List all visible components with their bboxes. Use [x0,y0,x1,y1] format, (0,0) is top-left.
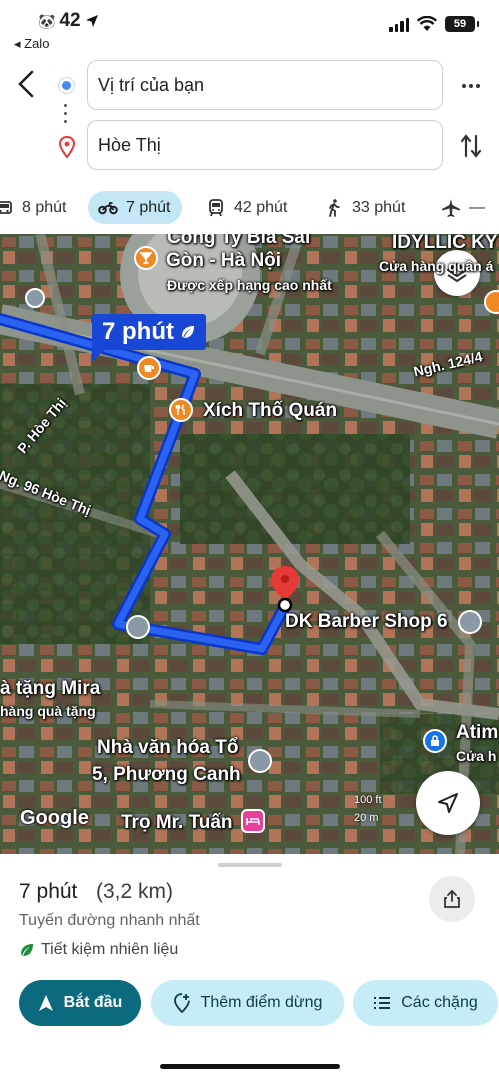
origin-input[interactable]: Vị trí của bạn [87,60,443,110]
add-stop-label: Thêm điểm dừng [200,994,323,1011]
hotel-poi-icon[interactable] [241,809,265,833]
brewery-label-2: Gòn - Hà Nội [166,250,282,271]
fork-knife-icon [175,404,185,415]
idyllic-label: IDYLLIC KY [392,234,498,253]
destination-input[interactable]: Hòe Thị [87,120,443,170]
origin-dot-icon [59,78,74,93]
scale-bottom: 20 m [354,812,379,824]
gift-shop-poi-icon[interactable] [126,615,150,639]
tab-transit-label: 42 phút [234,198,288,216]
paw-icon: 🐼 [38,12,56,29]
drink-icon [140,252,152,264]
status-time: 🐼 42 [38,10,99,32]
directions-header: Vị trí của bạn Hòe Thị 8 phút 7 phút 42 … [0,54,499,234]
battery-level: 59 [453,18,467,30]
plane-icon [442,198,460,217]
tab-car-label: 8 phút [22,198,67,216]
steps-label: Các chặng [401,994,478,1011]
location-arrow-icon [85,15,98,27]
xich-tho-poi-icon[interactable] [169,398,193,422]
share-icon [444,889,460,908]
tab-walk-label: 33 phút [352,198,406,216]
travel-mode-tabs: 8 phút 7 phút 42 phút 33 phút — [0,188,499,228]
clock: 42 [59,10,81,31]
cup-icon [144,365,154,372]
start-navigation-label: Bắt đầu [63,994,123,1011]
add-stop-button[interactable]: Thêm điểm dừng [151,980,344,1026]
walk-icon [329,198,340,217]
route-duration: 7 phút [19,880,78,903]
tab-walk[interactable]: 33 phút [324,191,405,224]
home-indicator[interactable] [160,1064,340,1069]
map-view[interactable]: 7 phút Công Ty Bia Sài Gòn - Hà Nội Được… [0,234,499,854]
transit-icon [209,198,223,216]
culture-house-poi-icon[interactable] [248,749,272,773]
atim-label: Atim [456,722,499,743]
drag-handle[interactable] [218,863,282,867]
barber-poi-icon[interactable] [458,610,482,634]
route-description: Tuyến đường nhanh nhất [19,912,200,929]
brewery-sub-label: Được xếp hạng cao nhất [167,277,332,293]
navigation-arrow-icon [38,995,53,1011]
gift-shop-label-2: hàng quà tặng [0,703,96,719]
cafe-poi-icon[interactable] [137,356,161,380]
lock-icon [431,735,439,746]
brewery-label-1: Công Ty Bia Sài [167,234,311,248]
leaf-icon [21,944,33,956]
gift-shop-label-1: à tặng Mira [0,678,101,699]
xich-tho-label: Xích Thố Quán [203,400,338,421]
tab-motorbike[interactable]: 7 phút [88,191,183,224]
culture-house-label-2: 5, Phương Canh [92,764,241,785]
motorbike-icon [98,201,118,214]
atim-poi-icon[interactable] [423,729,447,753]
barber-label: DK Barber Shop 6 [285,611,448,632]
route-connector-icon [64,104,68,128]
steps-button[interactable]: Các chặng [353,980,498,1026]
share-button[interactable] [429,876,475,922]
leaf-icon [182,326,194,338]
google-logo: Google [20,807,89,829]
map-scale: 100 ft 20 m [354,794,382,824]
tab-car[interactable]: 8 phút [0,191,66,224]
cellular-signal-icon [389,17,409,32]
bus-stop-icon[interactable] [25,288,45,308]
tab-flight-label: — [469,198,485,216]
navigation-arrow-icon [438,793,458,813]
destination-pin-icon [58,136,76,158]
route-distance: (3,2 km) [96,880,174,903]
add-location-icon [173,993,190,1013]
status-icons: 59 [389,16,479,32]
start-navigation-button[interactable]: Bắt đầu [19,980,141,1026]
fuel-saving-note: Tiết kiệm nhiên liệu [19,941,178,959]
tab-motorbike-label: 7 phút [126,198,171,216]
back-to-app-link[interactable]: ◂ Zalo [14,36,49,52]
tro-label: Trọ Mr. Tuấn [121,812,233,833]
atim-sub-label: Cửa h [456,748,497,764]
wifi-icon [417,16,437,31]
culture-house-label-1: Nhà văn hóa Tổ [97,737,239,758]
tab-flight[interactable]: — [441,191,485,224]
status-bar: 🐼 42 ◂ Zalo 59 [0,0,499,54]
route-time-callout-label: 7 phút [102,318,174,345]
bed-icon [246,818,260,825]
recenter-button[interactable] [416,771,480,835]
route-summary-sheet: 7 phút (3,2 km) Tuyến đường nhanh nhất T… [0,854,499,1080]
swap-direction-icon[interactable] [459,132,483,160]
list-icon [374,997,391,1009]
more-options-button[interactable] [459,74,483,98]
car-icon [0,200,12,214]
back-arrow-icon[interactable] [10,66,42,102]
scale-top: 100 ft [354,794,382,806]
tab-transit[interactable]: 42 phút [206,191,287,224]
idyllic-sub-label: Cửa hàng quần á [379,258,494,274]
battery-icon: 59 [445,16,479,32]
route-time-callout[interactable]: 7 phút [92,314,206,362]
brewery-poi-icon[interactable] [134,246,158,270]
fuel-saving-label: Tiết kiệm nhiên liệu [41,941,179,958]
